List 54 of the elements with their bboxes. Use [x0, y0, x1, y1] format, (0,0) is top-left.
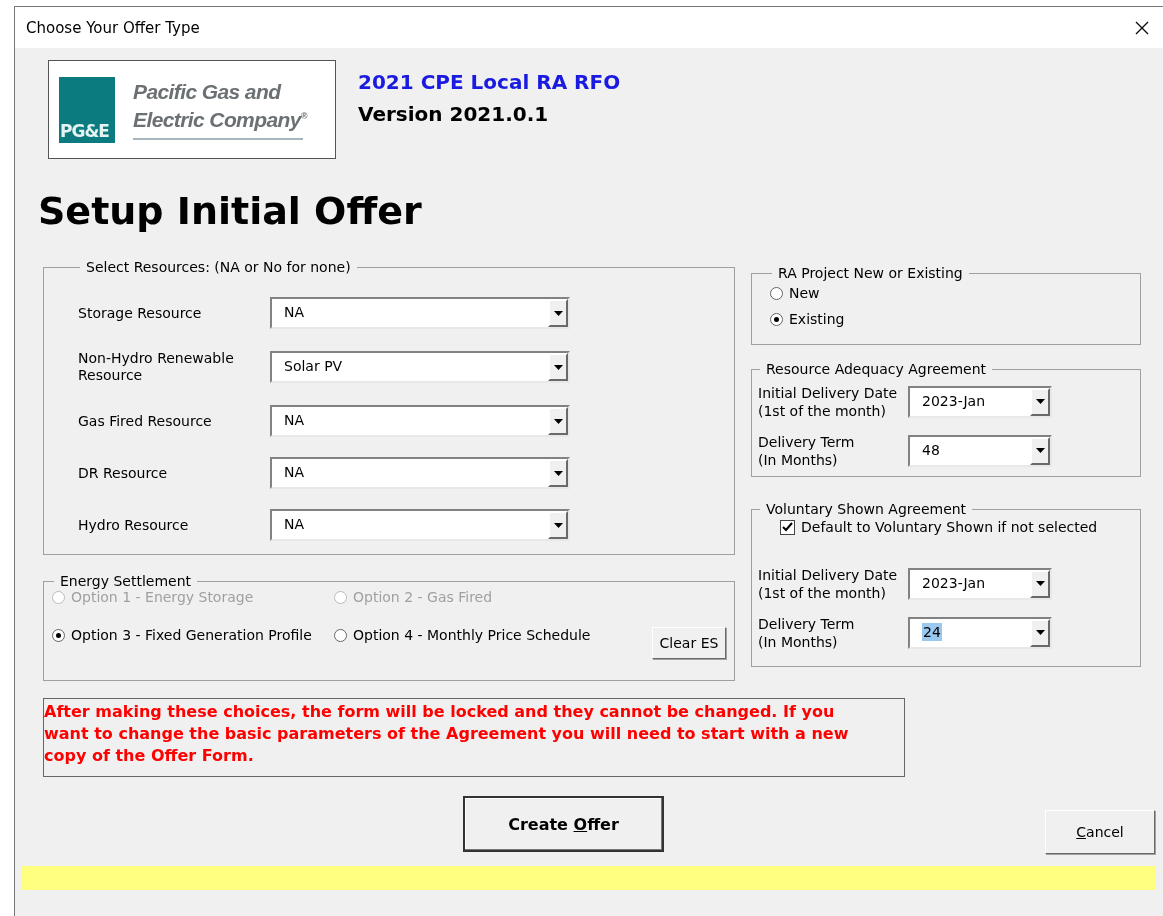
page-heading: Setup Initial Offer: [38, 188, 423, 235]
caret-icon: [553, 470, 563, 476]
close-icon[interactable]: [1135, 20, 1149, 35]
create-offer-button[interactable]: Create Offer: [463, 796, 664, 852]
group-label: RA Project New or Existing: [777, 265, 964, 281]
radio-label[interactable]: Option 3 - Fixed Generation Profile: [71, 627, 312, 643]
caret-icon: [553, 418, 563, 424]
radio-label[interactable]: Existing: [789, 311, 845, 327]
logo-mark-text: PG&E: [59, 120, 109, 143]
radio-label[interactable]: New: [789, 285, 820, 301]
radio-label[interactable]: Option 4 - Monthly Price Schedule: [353, 627, 591, 643]
warning-message: After making these choices, the form will be locked and they cannot be changed. If you want to change the basic parameters of the Agreement you will need to start with a new copy of the Offer Form.: [43, 698, 905, 777]
company-name: Pacific Gas and Electric Company$^{®}$: [133, 79, 307, 132]
field-label: Initial Delivery Date (1st of the month): [758, 383, 899, 420]
field-label: Delivery Term (In Months): [758, 614, 856, 651]
field-label: Hydro Resource: [78, 516, 190, 534]
field-label: Gas Fired Resource: [78, 412, 213, 430]
radio-button[interactable]: [770, 286, 783, 300]
field-label: DR Resource: [78, 464, 169, 482]
field-label: Non-Hydro Renewable Resource: [78, 350, 235, 384]
caret-icon: [1035, 399, 1045, 404]
dropdown[interactable]: 48: [908, 434, 1052, 467]
group-label: Energy Settlement: [59, 573, 193, 589]
field-label: Delivery Term (In Months): [758, 432, 856, 469]
dropdown[interactable]: NA: [270, 405, 570, 437]
clear-button[interactable]: Clear ES: [652, 627, 726, 659]
caret-icon: [1035, 448, 1045, 453]
dropdown[interactable]: 2023-Jan: [908, 567, 1052, 600]
checkbox[interactable]: [780, 519, 795, 535]
caret-icon: [553, 364, 563, 370]
dropdown[interactable]: 24: [908, 616, 1052, 649]
caret-icon: [553, 522, 563, 528]
group-label: Select Resources: (NA or No for none): [85, 259, 352, 275]
check-icon: [782, 522, 793, 532]
rfo-title: 2021 CPE Local RA RFO: [358, 70, 621, 94]
group-label: Resource Adequacy Agreement: [765, 361, 987, 377]
group-label: Voluntary Shown Agreement: [765, 501, 968, 517]
caret-icon: [553, 310, 563, 316]
dropdown[interactable]: NA: [270, 509, 570, 541]
radio-button[interactable]: [770, 312, 783, 326]
radio-button[interactable]: [334, 628, 347, 642]
dropdown[interactable]: 2023-Jan: [908, 385, 1052, 418]
checkbox-label[interactable]: Default to Voluntary Shown if not selected: [801, 519, 1098, 535]
radio-button[interactable]: [52, 628, 65, 642]
version-label: Version 2021.0.1: [358, 102, 550, 126]
field-label: Initial Delivery Date (1st of the month): [758, 565, 899, 602]
dropdown[interactable]: Solar PV: [270, 351, 570, 383]
field-label: Storage Resource: [78, 304, 203, 322]
dropdown[interactable]: NA: [270, 457, 570, 489]
window-title: Choose Your Offer Type: [26, 18, 200, 37]
caret-icon: [1035, 630, 1045, 635]
caret-icon: [1035, 581, 1045, 586]
dropdown[interactable]: NA: [270, 297, 570, 329]
cancel-button[interactable]: Cancel: [1045, 810, 1155, 854]
